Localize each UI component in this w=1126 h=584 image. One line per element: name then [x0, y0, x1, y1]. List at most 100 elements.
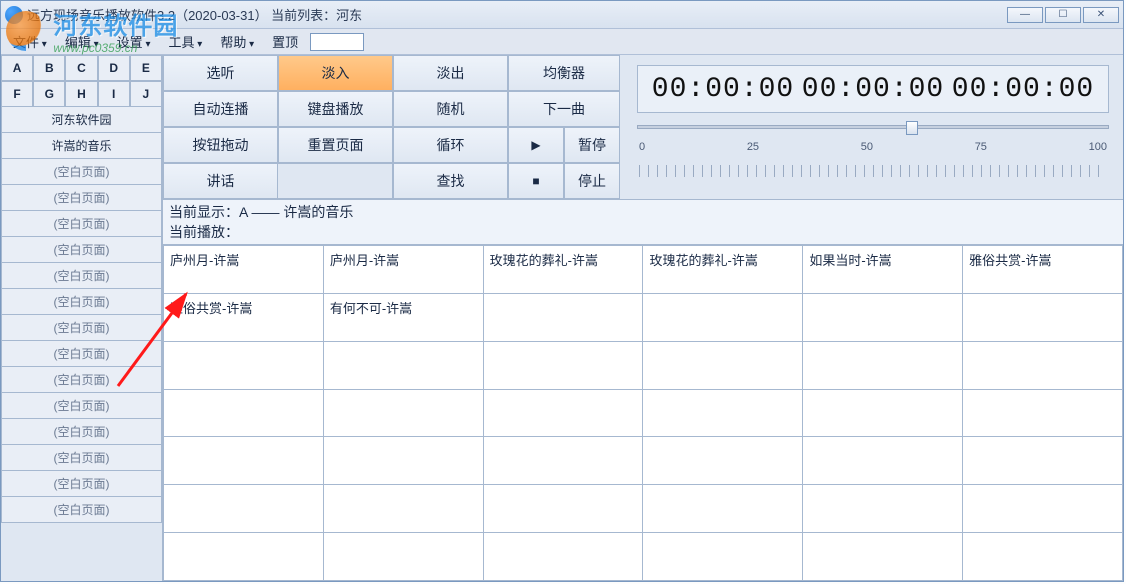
page-item-9[interactable]: (空白页面) [1, 341, 162, 367]
track-cell[interactable] [164, 485, 324, 533]
page-item-0[interactable]: 河东软件园 [1, 107, 162, 133]
letter-f[interactable]: F [1, 81, 33, 107]
track-cell[interactable]: 庐州月-许嵩 [323, 246, 483, 294]
page-item-8[interactable]: (空白页面) [1, 315, 162, 341]
track-cell[interactable] [963, 293, 1123, 341]
maximize-button[interactable]: ☐ [1045, 7, 1081, 23]
track-cell[interactable] [803, 485, 963, 533]
page-item-15[interactable]: (空白页面) [1, 497, 162, 523]
letter-i[interactable]: I [98, 81, 130, 107]
close-button[interactable]: ✕ [1083, 7, 1119, 23]
random-button[interactable]: 随机 [393, 91, 508, 127]
track-cell[interactable] [963, 437, 1123, 485]
track-cell[interactable] [323, 533, 483, 581]
track-cell[interactable] [483, 293, 643, 341]
track-cell[interactable] [323, 485, 483, 533]
page-item-5[interactable]: (空白页面) [1, 237, 162, 263]
track-cell[interactable] [803, 341, 963, 389]
letter-c[interactable]: C [65, 55, 97, 81]
track-cell[interactable] [164, 437, 324, 485]
pause-button[interactable]: 暂停 [564, 127, 620, 163]
talk-button[interactable]: 讲话 [163, 163, 278, 199]
track-cell[interactable] [963, 341, 1123, 389]
loop-button[interactable]: 循环 [393, 127, 508, 163]
track-cell[interactable] [643, 533, 803, 581]
menu-pin[interactable]: 置顶 [266, 30, 304, 53]
letter-b[interactable]: B [33, 55, 65, 81]
track-cell[interactable]: 雅俗共赏-许嵩 [164, 293, 324, 341]
page-item-10[interactable]: (空白页面) [1, 367, 162, 393]
track-cell[interactable]: 庐州月-许嵩 [164, 246, 324, 294]
track-cell[interactable] [643, 437, 803, 485]
track-cell[interactable]: 玫瑰花的葬礼-许嵩 [643, 246, 803, 294]
track-cell[interactable]: 有何不可-许嵩 [323, 293, 483, 341]
page-item-1[interactable]: 许嵩的音乐 [1, 133, 162, 159]
track-cell[interactable] [483, 389, 643, 437]
page-item-11[interactable]: (空白页面) [1, 393, 162, 419]
autoplay-button[interactable]: 自动连播 [163, 91, 278, 127]
track-cell[interactable] [164, 389, 324, 437]
page-item-12[interactable]: (空白页面) [1, 419, 162, 445]
stop-icon[interactable]: ■ [508, 163, 564, 199]
page-item-2[interactable]: (空白页面) [1, 159, 162, 185]
reset-page-button[interactable]: 重置页面 [278, 127, 393, 163]
track-cell[interactable] [643, 485, 803, 533]
stop-button[interactable]: 停止 [564, 163, 620, 199]
track-cell[interactable] [963, 533, 1123, 581]
menu-file[interactable]: 文件 [7, 30, 53, 53]
scale-75: 75 [975, 141, 987, 153]
track-cell[interactable] [963, 389, 1123, 437]
fadein-button[interactable]: 淡入 [278, 55, 393, 91]
page-item-13[interactable]: (空白页面) [1, 445, 162, 471]
track-cell[interactable] [483, 533, 643, 581]
letter-h[interactable]: H [65, 81, 97, 107]
drag-button[interactable]: 按钮拖动 [163, 127, 278, 163]
track-cell[interactable] [803, 437, 963, 485]
pin-input[interactable] [310, 33, 364, 51]
find-button[interactable]: 查找 [393, 163, 508, 199]
track-cell[interactable] [803, 293, 963, 341]
letter-e[interactable]: E [130, 55, 162, 81]
menu-settings[interactable]: 设置 [111, 30, 157, 53]
track-cell[interactable] [483, 341, 643, 389]
progress-slider[interactable] [637, 125, 1109, 129]
track-cell[interactable] [164, 533, 324, 581]
track-cell[interactable] [643, 389, 803, 437]
fadeout-button[interactable]: 淡出 [393, 55, 508, 91]
scale-100: 100 [1089, 141, 1107, 153]
track-cell[interactable] [164, 341, 324, 389]
page-item-4[interactable]: (空白页面) [1, 211, 162, 237]
next-button[interactable]: 下一曲 [508, 91, 620, 127]
page-item-7[interactable]: (空白页面) [1, 289, 162, 315]
play-icon[interactable]: ▶ [508, 127, 564, 163]
letter-d[interactable]: D [98, 55, 130, 81]
track-cell[interactable] [323, 437, 483, 485]
equalizer-button[interactable]: 均衡器 [508, 55, 620, 91]
minimize-button[interactable]: — [1007, 7, 1043, 23]
track-cell[interactable]: 如果当时-许嵩 [803, 246, 963, 294]
track-cell[interactable] [963, 485, 1123, 533]
page-item-3[interactable]: (空白页面) [1, 185, 162, 211]
track-cell[interactable] [643, 341, 803, 389]
track-cell[interactable] [483, 437, 643, 485]
page-item-6[interactable]: (空白页面) [1, 263, 162, 289]
letter-g[interactable]: G [33, 81, 65, 107]
keyboard-play-button[interactable]: 键盘播放 [278, 91, 393, 127]
track-cell[interactable]: 雅俗共赏-许嵩 [963, 246, 1123, 294]
track-cell[interactable]: 玫瑰花的葬礼-许嵩 [483, 246, 643, 294]
track-cell[interactable] [643, 293, 803, 341]
menu-tools[interactable]: 工具 [162, 30, 208, 53]
menu-help[interactable]: 帮助 [214, 30, 260, 53]
menu-edit[interactable]: 编辑 [59, 30, 105, 53]
track-cell[interactable] [483, 485, 643, 533]
slider-thumb[interactable] [906, 121, 918, 135]
letter-a[interactable]: A [1, 55, 33, 81]
page-item-14[interactable]: (空白页面) [1, 471, 162, 497]
track-cell[interactable] [323, 341, 483, 389]
track-cell[interactable] [803, 533, 963, 581]
page-list: 河东软件园许嵩的音乐(空白页面)(空白页面)(空白页面)(空白页面)(空白页面)… [1, 107, 162, 581]
letter-j[interactable]: J [130, 81, 162, 107]
listen-button[interactable]: 选听 [163, 55, 278, 91]
track-cell[interactable] [323, 389, 483, 437]
track-cell[interactable] [803, 389, 963, 437]
